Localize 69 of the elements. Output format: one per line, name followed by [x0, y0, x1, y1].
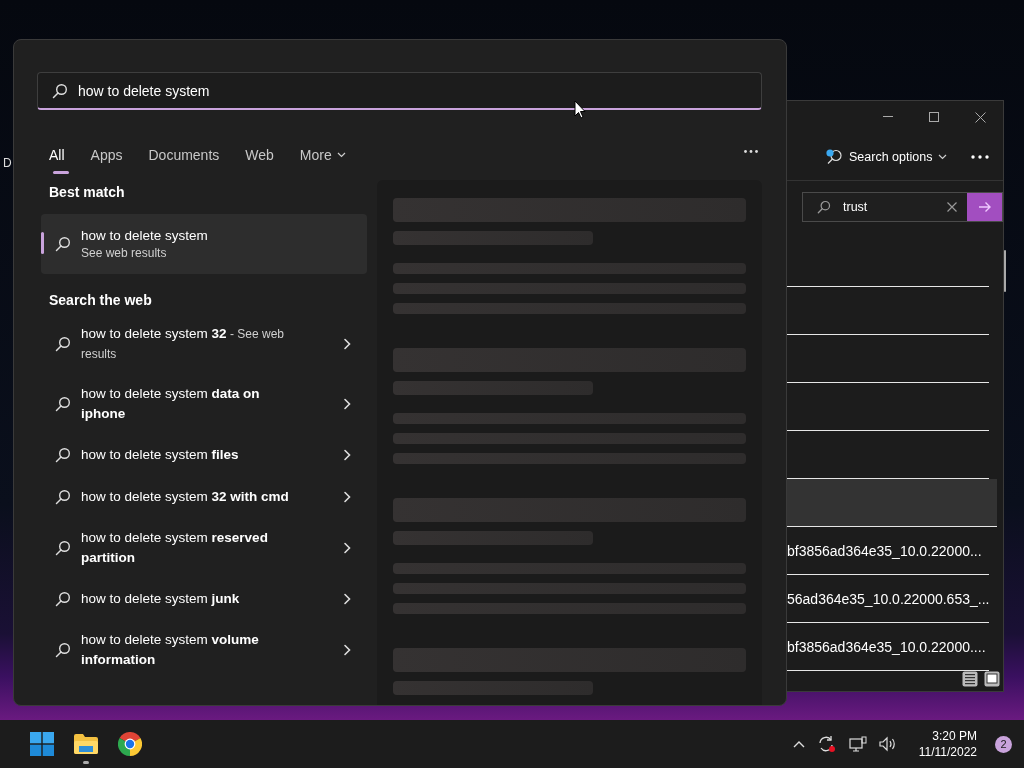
- web-suggestion[interactable]: how to delete system reserved partition: [41, 518, 367, 578]
- result-title: how to delete system: [81, 228, 208, 243]
- filter-tab[interactable]: More: [299, 136, 346, 174]
- clear-icon[interactable]: [947, 202, 957, 213]
- search-icon: [52, 82, 68, 99]
- chevron-right-icon: [342, 644, 351, 656]
- suggestion-text: how to delete system data on iphone: [81, 385, 261, 423]
- suggestion-text: how to delete system reserved partition: [81, 529, 269, 567]
- web-suggestion[interactable]: how to delete system 32 - See web results: [41, 314, 367, 374]
- web-suggestion[interactable]: how to delete system volume information: [41, 620, 367, 680]
- folder-icon: [73, 733, 99, 755]
- search-field[interactable]: trust: [802, 192, 1003, 222]
- web-suggestion[interactable]: how to delete system 32 with cmd: [41, 476, 367, 518]
- minimize-icon: [883, 116, 893, 118]
- chevron-right-icon: [342, 338, 351, 350]
- filter-tab[interactable]: Documents: [148, 136, 220, 174]
- best-match-result[interactable]: how to delete system See web results: [41, 214, 367, 274]
- more-options-button[interactable]: [971, 154, 990, 159]
- web-suggestion[interactable]: how to delete system junk: [41, 578, 367, 620]
- mouse-cursor-icon: [574, 100, 586, 119]
- search-icon: [817, 200, 831, 215]
- search-icon: [55, 489, 71, 505]
- close-icon: [974, 111, 986, 123]
- chevron-right-icon: [342, 398, 351, 410]
- details-view-button[interactable]: [962, 671, 978, 687]
- search-options-button[interactable]: Search options: [821, 144, 952, 169]
- chevron-right-icon: [342, 491, 351, 503]
- large-icons-view-button[interactable]: [984, 671, 1000, 687]
- chevron-right-icon: [342, 593, 351, 605]
- suggestion-text: how to delete system junk: [81, 590, 241, 608]
- network-icon[interactable]: [846, 734, 869, 754]
- search-icon: [55, 236, 71, 252]
- file-name: bf3856ad364e35_10.0.22000....: [787, 638, 986, 655]
- maximize-icon: [929, 112, 939, 122]
- search-go-button[interactable]: [967, 193, 1002, 221]
- filter-tab[interactable]: Apps: [90, 136, 123, 174]
- suggestion-text: how to delete system 32 with cmd: [81, 488, 290, 506]
- suggestion-text: how to delete system volume information: [81, 631, 260, 669]
- suggestion-text: how to delete system 32 - See web results: [81, 325, 285, 363]
- clock-date: 11/11/2022: [918, 744, 977, 760]
- browser-icon: [118, 732, 142, 756]
- chevron-down-icon: [938, 153, 948, 160]
- filter-tab[interactable]: Web: [245, 136, 274, 174]
- suggestion-text: how to delete system files: [81, 446, 240, 464]
- section-heading: Best match: [49, 184, 126, 200]
- search-icon: [55, 336, 71, 352]
- web-suggestion[interactable]: how to delete system data on iphone: [41, 374, 367, 434]
- file-name: bf3856ad364e35_10.0.22000...: [787, 542, 982, 559]
- search-field[interactable]: how to delete system: [37, 72, 762, 110]
- chevron-down-icon: [336, 152, 346, 158]
- web-suggestion[interactable]: how to delete system files: [41, 434, 367, 476]
- search-icon: [55, 396, 71, 412]
- search-icon: [55, 540, 71, 556]
- result-subtitle: See web results: [81, 246, 168, 260]
- file-name: 56ad364e35_10.0.22000.653_...: [787, 590, 990, 607]
- chevron-right-icon: [342, 542, 351, 554]
- search-icon: [55, 591, 71, 607]
- chevron-right-icon: [342, 449, 351, 461]
- clock-time: 3:20 PM: [932, 728, 977, 744]
- section-heading: Search the web: [49, 292, 153, 308]
- search-icon: [55, 447, 71, 463]
- windows-logo-icon: [30, 732, 54, 756]
- file-row[interactable]: [787, 479, 997, 527]
- search-options-icon: [825, 148, 843, 165]
- arrow-right-icon: [977, 201, 992, 214]
- scrollbar-thumb[interactable]: [1004, 250, 1006, 292]
- desktop-icon-label: D: [3, 156, 12, 170]
- notification-badge[interactable]: 2: [995, 735, 1012, 753]
- search-icon: [55, 642, 71, 658]
